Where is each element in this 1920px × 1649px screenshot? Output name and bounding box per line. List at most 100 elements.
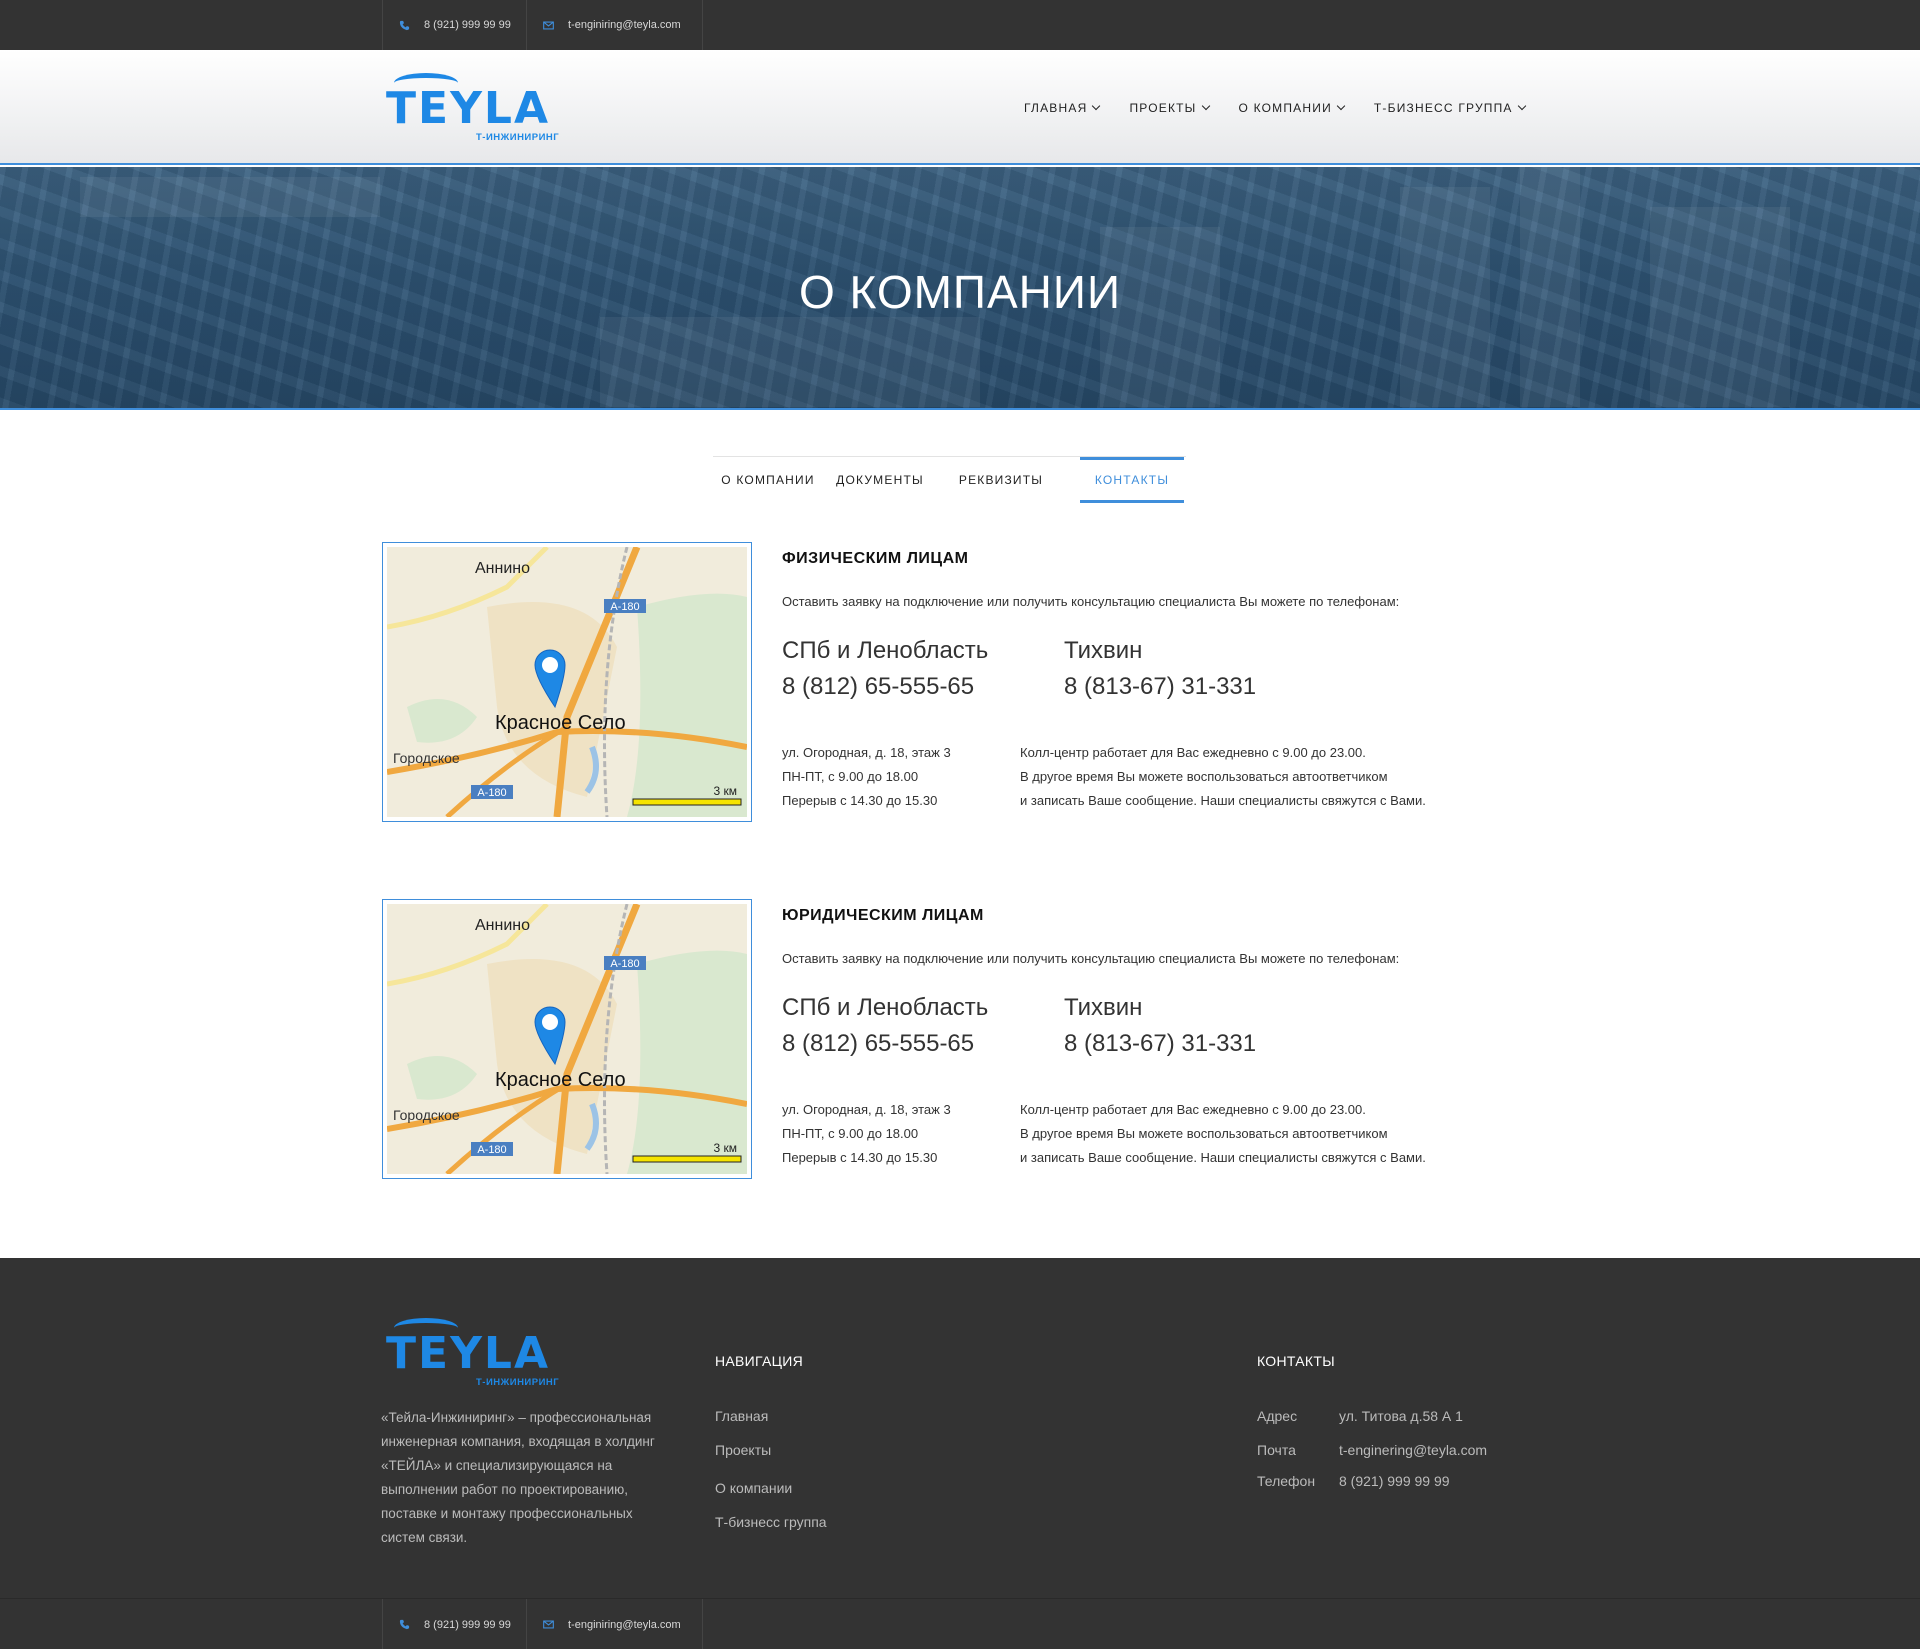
map-town-label: Городское (393, 1107, 460, 1123)
top-phone[interactable]: 8 (921) 999 99 99 (382, 0, 527, 50)
map-scale-label: 3 км (713, 784, 737, 798)
footer-logo[interactable]: TEYLA Т-ИНЖИНИРИНГ (386, 1318, 566, 1388)
map-road-label: A-180 (477, 787, 506, 799)
contact-value[interactable]: t-enginering@teyla.com (1339, 1442, 1487, 1458)
hero-city-shape (80, 177, 380, 217)
phone-number[interactable]: 8 (812) 65-555-65 (782, 1026, 988, 1062)
phone-column-spb: СПб и Ленобласть 8 (812) 65-555-65 (782, 633, 988, 705)
site-header: TEYLA Т-ИНЖИНИРИНГ (0, 50, 1920, 165)
call-center-note: Колл-центр работает для Вас ежедневно с … (1020, 741, 1426, 813)
phone-column-tikhvin: Тихвин 8 (813-67) 31-331 (1064, 990, 1256, 1062)
footer-link-business-group[interactable]: Т-бизнесс группа (715, 1514, 827, 1530)
note-line: и записать Ваше сообщение. Наши специали… (1020, 1150, 1426, 1165)
nav-label: О КОМПАНИИ (1238, 100, 1332, 115)
hours-line: ПН-ПТ, с 9.00 до 18.00 (782, 769, 919, 784)
footer-link-about[interactable]: О компании (715, 1480, 792, 1496)
contact-details: ул. Огородная, д. 18, этаж 3 ПН-ПТ, с 9.… (782, 741, 1542, 821)
map-road-label: A-180 (610, 601, 639, 613)
top-email[interactable]: t-enginiring@teyla.com (527, 0, 703, 50)
map[interactable]: A-180 A-180 Аннино Красное Село Городско… (382, 542, 752, 822)
footer-link-home[interactable]: Главная (715, 1408, 768, 1424)
nav-item-home[interactable]: ГЛАВНАЯ (1024, 100, 1101, 115)
logo[interactable]: TEYLA Т-ИНЖИНИРИНГ (386, 73, 566, 143)
hero-banner: О КОМПАНИИ (0, 167, 1920, 410)
top-email-text: t-enginiring@teyla.com (568, 19, 681, 31)
chevron-down-icon (1336, 101, 1346, 110)
top-contact-bar: 8 (921) 999 99 99 t-enginiring@teyla.com (0, 0, 1920, 50)
nav-label: ГЛАВНАЯ (1024, 100, 1088, 115)
address-line: ул. Огородная, д. 18, этаж 3 (782, 745, 951, 760)
map-town-label: Аннино (475, 917, 530, 934)
chevron-down-icon (1517, 101, 1526, 110)
tab-contacts[interactable]: КОНТАКТЫ (1080, 457, 1184, 503)
break-line: Перерыв с 14.30 до 15.30 (782, 793, 938, 808)
phone-icon (399, 20, 410, 30)
tab-about[interactable]: О КОМПАНИИ (713, 457, 823, 503)
nav-item-business-group[interactable]: Т-БИЗНЕСС ГРУППА (1373, 100, 1526, 115)
hero-city-shape (600, 317, 980, 407)
footer-about-text: «Тейла-Инжиниринг» – профессиональная ин… (381, 1410, 655, 1545)
office-hours: ул. Огородная, д. 18, этаж 3 ПН-ПТ, с 9.… (782, 1098, 951, 1170)
address-line: ул. Огородная, д. 18, этаж 3 (782, 1102, 951, 1117)
region-label: Тихвин (1064, 994, 1143, 1021)
envelope-icon (543, 1620, 554, 1629)
note-line: Колл-центр работает для Вас ежедневно с … (1020, 1102, 1366, 1117)
note-line: В другое время Вы можете воспользоваться… (1020, 769, 1388, 784)
site-footer: TEYLA Т-ИНЖИНИРИНГ «Тейла-Инжиниринг» – … (0, 1258, 1920, 1598)
logo-subtitle: Т-ИНЖИНИРИНГ (476, 132, 560, 143)
footer-nav-heading: НАВИГАЦИЯ (715, 1353, 804, 1369)
contact-details: ул. Огородная, д. 18, этаж 3 ПН-ПТ, с 9.… (782, 1098, 1542, 1178)
logo-subtitle: Т-ИНЖИНИРИНГ (476, 1377, 560, 1388)
chevron-down-icon (1092, 101, 1101, 110)
map-town-label: Городское (393, 750, 460, 766)
note-line: Колл-центр работает для Вас ежедневно с … (1020, 745, 1366, 760)
contact-value: ул. Титова д.58 А 1 (1339, 1408, 1463, 1424)
bottom-email[interactable]: t-enginiring@teyla.com (527, 1599, 703, 1649)
nav-label: Т-БИЗНЕСС ГРУППА (1373, 100, 1513, 115)
logo-word: TEYLA (386, 1328, 551, 1379)
note-line: В другое время Вы можете воспользоваться… (1020, 1126, 1388, 1141)
envelope-icon (543, 21, 554, 29)
contact-heading: ЮРИДИЧЕСКИМ ЛИЦАМ (782, 907, 984, 924)
map-image: A-180 A-180 Аннино Красное Село Городско… (387, 547, 747, 817)
contact-key: Почта (1257, 1442, 1296, 1458)
nav-label: ПРОЕКТЫ (1129, 100, 1197, 115)
phone-number[interactable]: 8 (812) 65-555-65 (782, 669, 988, 705)
nav-item-about[interactable]: О КОМПАНИИ (1238, 100, 1346, 115)
bottom-contact-bar: 8 (921) 999 99 99 t-enginiring@teyla.com (0, 1598, 1920, 1649)
map-scale-label: 3 км (713, 1141, 737, 1155)
break-line: Перерыв с 14.30 до 15.30 (782, 1150, 938, 1165)
region-label: СПб и Ленобласть (782, 637, 989, 664)
note-line: и записать Ваше сообщение. Наши специали… (1020, 793, 1426, 808)
phone-number[interactable]: 8 (813-67) 31-331 (1064, 1026, 1256, 1062)
contact-value[interactable]: 8 (921) 999 99 99 (1339, 1473, 1450, 1489)
bottom-phone[interactable]: 8 (921) 999 99 99 (382, 1599, 527, 1649)
nav-item-projects[interactable]: ПРОЕКТЫ (1129, 100, 1210, 115)
page-title: О КОМПАНИИ (798, 266, 1122, 318)
footer-contacts-heading: КОНТАКТЫ (1257, 1353, 1335, 1369)
logo-word: TEYLA (386, 83, 551, 134)
tab-requisites[interactable]: РЕКВИЗИТЫ (937, 457, 1065, 503)
map-town-label: Красное Село (495, 712, 626, 734)
contact-key: Адрес (1257, 1408, 1298, 1424)
map[interactable]: A-180 A-180 Аннино Красное Село Городско… (382, 899, 752, 1179)
contact-heading: ФИЗИЧЕСКИМ ЛИЦАМ (782, 550, 969, 567)
contact-intro: Оставить заявку на подключение или получ… (782, 951, 1400, 966)
map-town-label: Аннино (475, 560, 530, 577)
contact-block-individuals: A-180 A-180 Аннино Красное Село Городско… (382, 542, 1542, 822)
section-tabs: О КОМПАНИИ ДОКУМЕНТЫ РЕКВИЗИТЫ КОНТАКТЫ (713, 456, 1186, 503)
map-image: A-180 A-180 Аннино Красное Село Городско… (387, 904, 747, 1174)
tab-documents[interactable]: ДОКУМЕНТЫ (823, 457, 937, 503)
bottom-email-text: t-enginiring@teyla.com (568, 1618, 681, 1631)
contact-info: ФИЗИЧЕСКИМ ЛИЦАМ Оставить заявку на подк… (782, 542, 1542, 821)
phone-number[interactable]: 8 (813-67) 31-331 (1064, 669, 1256, 705)
top-phone-text: 8 (921) 999 99 99 (424, 19, 511, 31)
footer-link-projects[interactable]: Проекты (715, 1442, 771, 1458)
contact-info: ЮРИДИЧЕСКИМ ЛИЦАМ Оставить заявку на под… (782, 899, 1542, 1178)
map-road-label: A-180 (477, 1144, 506, 1156)
map-town-label: Красное Село (495, 1069, 626, 1091)
region-label: Тихвин (1064, 637, 1143, 664)
contact-phones: СПб и Ленобласть 8 (812) 65-555-65 Тихви… (782, 633, 1542, 723)
call-center-note: Колл-центр работает для Вас ежедневно с … (1020, 1098, 1426, 1170)
office-hours: ул. Огородная, д. 18, этаж 3 ПН-ПТ, с 9.… (782, 741, 951, 813)
